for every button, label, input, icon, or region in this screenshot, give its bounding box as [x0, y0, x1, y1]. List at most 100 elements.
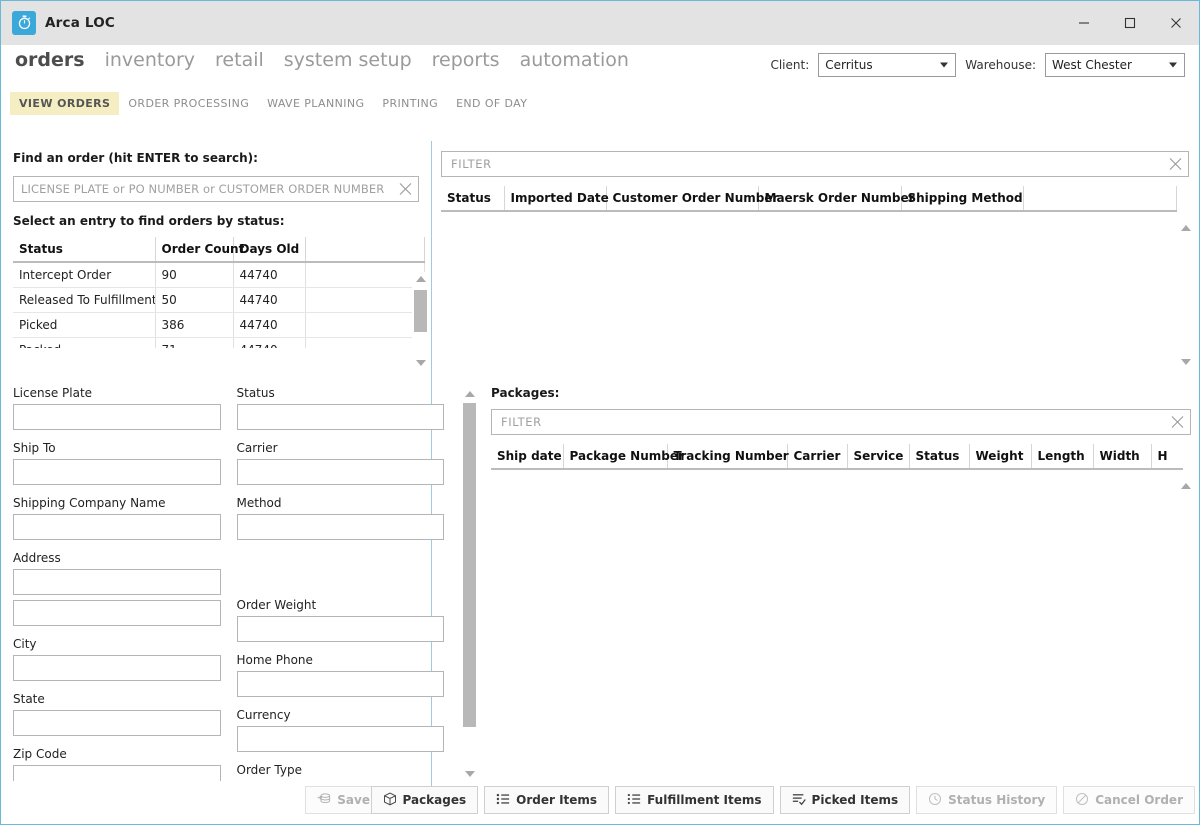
col-order-count[interactable]: Order Count [155, 237, 244, 263]
label-zip-code: Zip Code [13, 747, 67, 761]
field-currency[interactable] [236, 726, 444, 752]
stopwatch-icon [12, 10, 36, 35]
field-order-weight[interactable] [236, 616, 444, 642]
application-window: Arca LOC orders inventory retail system … [0, 0, 1200, 825]
col-service[interactable]: Service [847, 444, 910, 470]
scrollbar-thumb[interactable] [414, 290, 427, 332]
triangle-down-icon [464, 771, 475, 777]
cell-days-old: 44740 [233, 263, 306, 288]
table-row[interactable]: Packed 71 44740 [13, 337, 425, 348]
scroll-down-button[interactable] [412, 356, 429, 370]
field-city[interactable] [13, 655, 221, 681]
field-address-line1[interactable] [13, 569, 221, 595]
list-check-icon [792, 792, 806, 809]
order-items-button-label: Order Items [516, 793, 598, 807]
col-status[interactable]: Status [13, 237, 156, 263]
table-row[interactable]: Released To Fulfillment 50 44740 [13, 287, 425, 313]
tab-view-orders[interactable]: VIEW ORDERS [10, 91, 120, 115]
field-carrier[interactable] [236, 459, 444, 485]
col-imported-date[interactable]: Imported Date [504, 186, 609, 212]
order-items-button[interactable]: Order Items [484, 786, 610, 814]
cancel-order-button[interactable]: Cancel Order [1063, 786, 1195, 814]
tab-end-of-day[interactable]: END OF DAY [447, 92, 536, 115]
col-filler [305, 237, 425, 263]
col-status[interactable]: Status [909, 444, 970, 470]
col-days-old[interactable]: Days Old [233, 237, 306, 263]
packages-filter-input[interactable]: FILTER [491, 409, 1191, 435]
scroll-down-button[interactable] [461, 767, 478, 781]
close-icon[interactable] [1169, 158, 1182, 171]
col-ship-date[interactable]: Ship date [491, 444, 564, 470]
nav-retail[interactable]: retail [215, 51, 264, 70]
cell-days-old: 44740 [233, 337, 306, 348]
table-row[interactable]: Intercept Order 90 44740 [13, 263, 425, 288]
cell-order-count: 50 [155, 287, 234, 313]
col-height[interactable]: H [1151, 444, 1183, 470]
field-method[interactable] [236, 514, 444, 540]
label-order-type: Order Type [236, 763, 302, 777]
order-search-input[interactable]: LICENSE PLATE or PO NUMBER or CUSTOMER O… [13, 176, 419, 202]
field-ship-to[interactable] [13, 459, 221, 485]
sub-nav: VIEW ORDERS ORDER PROCESSING WAVE PLANNI… [1, 89, 1199, 117]
orders-filter-input[interactable]: FILTER [441, 151, 1189, 177]
status-history-button[interactable]: Status History [916, 786, 1058, 814]
orders-list-scrollbar[interactable] [1177, 221, 1194, 369]
close-icon[interactable] [399, 183, 412, 196]
warehouse-value: West Chester [1052, 58, 1132, 72]
field-status[interactable] [236, 404, 444, 430]
table-header-row: Ship date Package Number Tracking Number… [491, 444, 1183, 470]
field-address-line2[interactable] [13, 600, 221, 626]
scroll-up-button[interactable] [412, 272, 429, 286]
nav-reports[interactable]: reports [432, 51, 500, 70]
col-width[interactable]: Width [1093, 444, 1152, 470]
window-controls [1061, 1, 1199, 45]
tab-printing[interactable]: PRINTING [373, 92, 447, 115]
field-license-plate[interactable] [13, 404, 221, 430]
col-maersk-order-number[interactable]: Maersk Order Number [758, 186, 915, 212]
label-address: Address [13, 551, 61, 565]
close-button[interactable] [1153, 1, 1199, 45]
client-select[interactable]: Cerritus [818, 53, 957, 77]
minimize-button[interactable] [1061, 1, 1107, 45]
field-zip-code[interactable] [13, 765, 221, 781]
warehouse-select[interactable]: West Chester [1045, 53, 1185, 77]
nav-automation[interactable]: automation [520, 51, 629, 70]
scroll-up-button[interactable] [1177, 221, 1194, 235]
close-icon[interactable] [1171, 416, 1184, 429]
table-row[interactable]: Picked 386 44740 [13, 312, 425, 338]
maximize-button[interactable] [1107, 1, 1153, 45]
tab-wave-planning[interactable]: WAVE PLANNING [258, 92, 373, 115]
scroll-down-button[interactable] [1177, 355, 1194, 369]
nav-inventory[interactable]: inventory [105, 51, 195, 70]
field-home-phone[interactable] [236, 671, 444, 697]
cell-filler [305, 263, 425, 288]
scrollbar-thumb[interactable] [463, 403, 476, 727]
status-table-scrollbar[interactable] [412, 272, 429, 370]
tab-order-processing[interactable]: ORDER PROCESSING [119, 92, 258, 115]
table-header-row: Status Imported Date Customer Order Numb… [441, 186, 1177, 212]
col-tracking-number[interactable]: Tracking Number [667, 444, 789, 470]
cell-filler [305, 287, 425, 313]
fulfillment-items-button[interactable]: Fulfillment Items [615, 786, 774, 814]
col-weight[interactable]: Weight [969, 444, 1032, 470]
col-shipping-method[interactable]: Shipping Method [901, 186, 1024, 212]
label-ship-to: Ship To [13, 441, 56, 455]
scroll-up-button[interactable] [461, 387, 478, 401]
col-length[interactable]: Length [1031, 444, 1094, 470]
triangle-up-icon [464, 391, 475, 397]
packages-button[interactable]: Packages [370, 786, 479, 814]
scroll-up-button[interactable] [1177, 479, 1194, 493]
field-shipping-company-name[interactable] [13, 514, 221, 540]
orders-filter-placeholder: FILTER [451, 157, 492, 171]
packages-scrollbar[interactable] [1177, 479, 1194, 779]
picked-items-button[interactable]: Picked Items [779, 786, 911, 814]
cell-filler [305, 312, 425, 338]
field-state[interactable] [13, 710, 221, 736]
order-form-scrollbar[interactable] [461, 387, 478, 781]
col-customer-order-number[interactable]: Customer Order Number [606, 186, 778, 212]
nav-orders[interactable]: orders [15, 51, 85, 70]
nav-system-setup[interactable]: system setup [284, 51, 412, 70]
col-status[interactable]: Status [441, 186, 505, 212]
col-carrier[interactable]: Carrier [787, 444, 848, 470]
col-package-number[interactable]: Package Number [563, 444, 684, 470]
